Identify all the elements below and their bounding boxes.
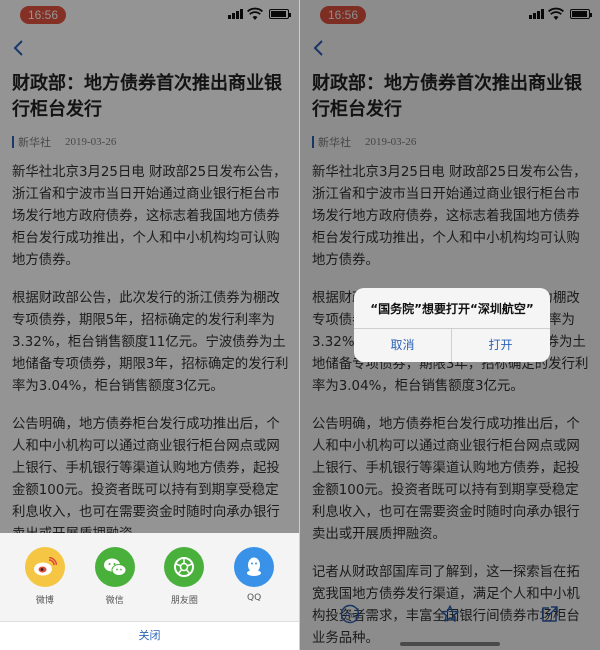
qq-icon — [234, 547, 275, 587]
wechat-icon — [94, 547, 135, 587]
open-app-dialog: “国务院”想要打开“深圳航空” 取消 打开 — [354, 288, 550, 362]
share-sheet: 微博 微信 朋友圈 QQ 关闭 — [0, 533, 299, 650]
phone-screen-share: 16:56 财政部：地方债券首次推出商业银行柜台发行 新华社 2019-03-2… — [0, 0, 300, 650]
cancel-button[interactable]: 取消 — [354, 329, 451, 362]
open-button[interactable]: 打开 — [452, 329, 549, 362]
share-wechat-button[interactable]: 微信 — [88, 547, 142, 606]
screenshot-stage: 16:56 财政部：地方债券首次推出商业银行柜台发行 新华社 2019-03-2… — [0, 0, 600, 650]
share-qq-button[interactable]: QQ — [227, 547, 281, 606]
share-label: 微信 — [105, 596, 124, 606]
share-options: 微博 微信 朋友圈 QQ — [0, 547, 299, 606]
dialog-title: “国务院”想要打开“深圳航空” — [370, 302, 534, 316]
moments-icon — [164, 547, 205, 587]
share-label: QQ — [247, 593, 262, 603]
phone-screen-dialog: 16:56 财政部：地方债券首次推出商业银行柜台发行 新华社 2019-03-2… — [300, 0, 600, 650]
share-moments-button[interactable]: 朋友圈 — [157, 547, 211, 606]
weibo-icon — [24, 547, 65, 587]
share-weibo-button[interactable]: 微博 — [18, 547, 72, 606]
close-button[interactable]: 关闭 — [0, 622, 299, 650]
share-label: 朋友圈 — [170, 596, 198, 606]
share-label: 微博 — [35, 596, 54, 606]
